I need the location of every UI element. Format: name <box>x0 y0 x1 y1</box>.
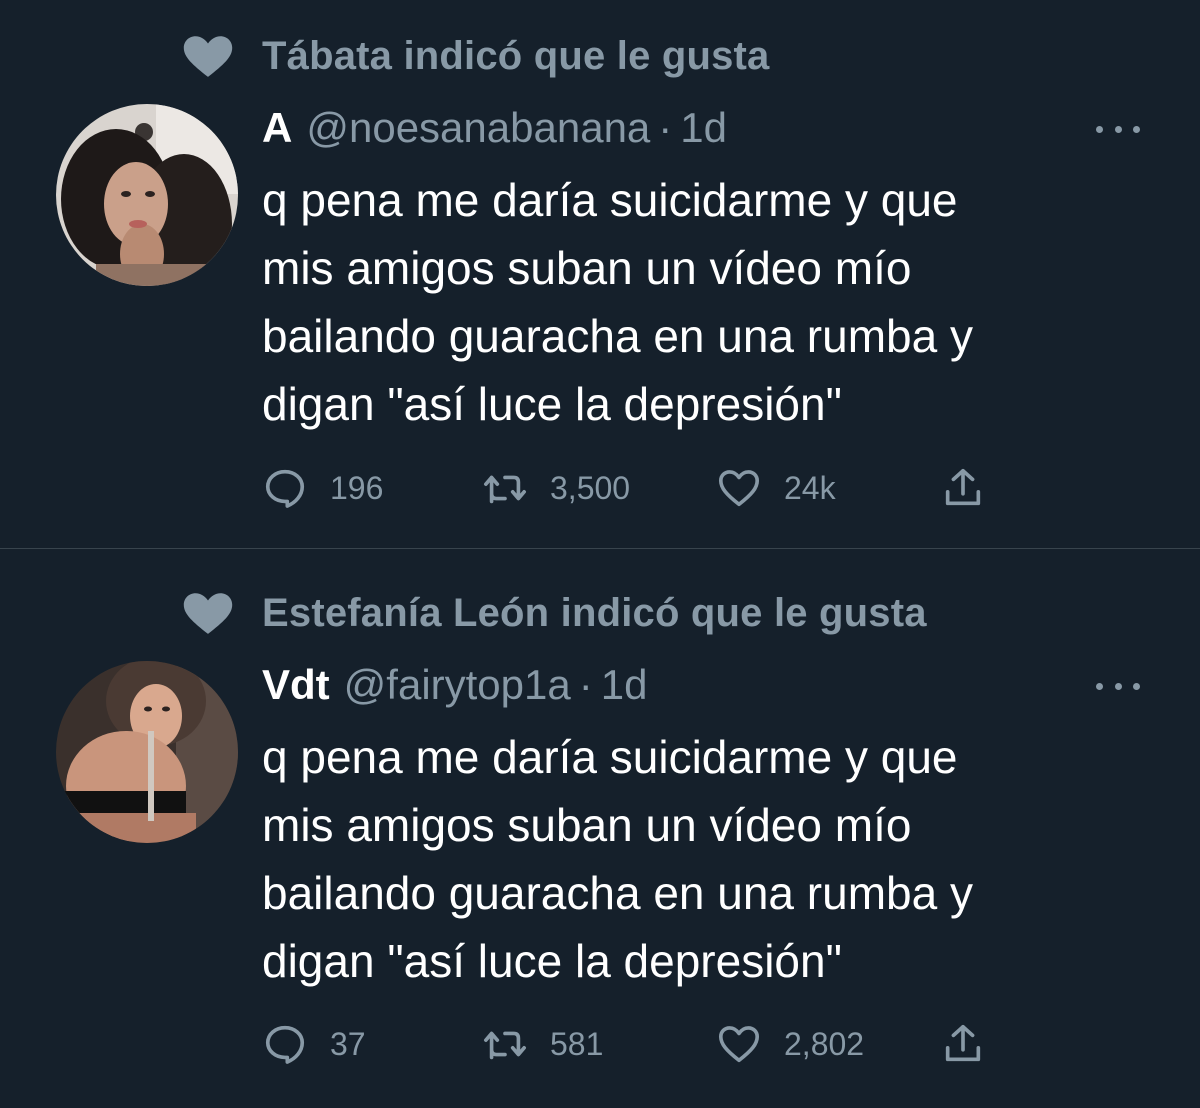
tweet-actions: 37 581 2,802 <box>262 1020 1002 1068</box>
reply-button[interactable]: 196 <box>262 464 383 512</box>
more-horizontal-icon <box>1096 125 1103 133</box>
avatar-image <box>56 104 238 286</box>
share-button[interactable] <box>940 464 986 512</box>
like-count: 24k <box>784 469 836 506</box>
share-upload-icon <box>945 1024 981 1062</box>
like-button[interactable]: 24k <box>716 464 836 512</box>
social-context-text[interactable]: Tábata indicó que le gusta <box>262 34 770 79</box>
separator-dot: · <box>578 661 593 708</box>
separator-dot: · <box>658 104 673 151</box>
tweet-text: q pena me daría suicidarme y que mis ami… <box>262 731 973 987</box>
tweet-1[interactable]: Tábata indicó que le gusta A @noesanaban… <box>0 0 1200 548</box>
user-handle[interactable]: @fairytop1a <box>344 661 571 709</box>
timestamp[interactable]: 1d <box>601 661 648 709</box>
tweet-2[interactable]: Estefanía León indicó que le gusta Vdt @… <box>0 549 1200 1108</box>
display-name[interactable]: Vdt <box>262 661 330 709</box>
reply-bubble-icon <box>265 469 305 508</box>
retweet-icon <box>484 1031 526 1060</box>
timeline: Tábata indicó que le gusta A @noesanaban… <box>0 0 1200 1108</box>
reply-bubble-icon <box>265 1025 305 1064</box>
tweet-header: Vdt @fairytop1a · 1d <box>262 659 647 711</box>
retweet-count: 581 <box>550 1025 604 1062</box>
retweet-button[interactable]: 581 <box>482 1020 603 1068</box>
timestamp[interactable]: 1d <box>680 104 727 152</box>
share-upload-icon <box>945 468 981 506</box>
avatar[interactable] <box>56 661 238 843</box>
more-options-button[interactable] <box>1096 678 1140 694</box>
share-button[interactable] <box>940 1020 986 1068</box>
social-context: Estefanía León indicó que le gusta <box>180 591 927 635</box>
heart-filled-icon <box>183 36 233 77</box>
reply-button[interactable]: 37 <box>262 1020 366 1068</box>
reply-count: 196 <box>330 469 384 506</box>
heart-outline-icon <box>718 1026 760 1063</box>
more-horizontal-icon <box>1096 682 1103 690</box>
reply-count: 37 <box>330 1025 366 1062</box>
retweet-button[interactable]: 3,500 <box>482 464 630 512</box>
social-context-text[interactable]: Estefanía León indicó que le gusta <box>262 591 927 636</box>
heart-filled-icon <box>183 593 233 634</box>
tweet-header: A @noesanabanana · 1d <box>262 102 727 154</box>
avatar[interactable] <box>56 104 238 286</box>
heart-outline-icon <box>718 470 760 507</box>
like-button[interactable]: 2,802 <box>716 1020 864 1068</box>
tweet-text: q pena me daría suicidarme y que mis ami… <box>262 174 973 430</box>
avatar-image <box>56 661 238 843</box>
like-count: 2,802 <box>784 1025 865 1062</box>
display-name[interactable]: A <box>262 104 292 152</box>
more-options-button[interactable] <box>1096 121 1140 137</box>
retweet-count: 3,500 <box>550 469 631 506</box>
tweet-actions: 196 3,500 24k <box>262 464 1002 512</box>
social-context: Tábata indicó que le gusta <box>180 34 770 78</box>
user-handle[interactable]: @noesanabanana <box>306 104 650 152</box>
retweet-icon <box>484 475 526 504</box>
